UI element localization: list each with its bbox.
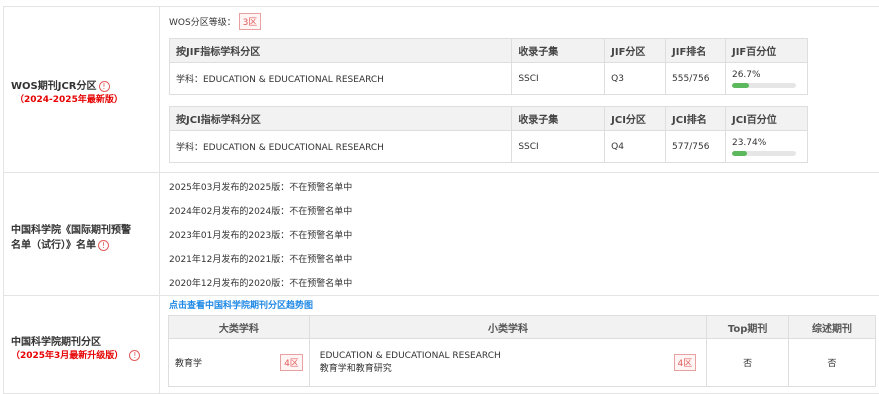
jif-percentile-bar-fill	[731, 82, 750, 88]
wos-label: WOS期刊JCR分区	[11, 81, 97, 92]
cas-label-cell: 中国科学院期刊分区 （2025年3月最新升级版）!	[3, 296, 160, 393]
jci-header: JCI分区	[604, 106, 667, 131]
warning-label-cell: 中国科学院《国际期刊预警 名单（试行）》名单!	[3, 173, 160, 295]
cas-sub-label: （2025年3月最新升级版）	[11, 351, 124, 361]
jif-zone: Q3	[604, 62, 667, 95]
jci-header: JCI百分位	[724, 106, 809, 131]
cas-header: Top期刊	[706, 315, 790, 339]
jci-header: 按JCI指标学科分区	[168, 106, 513, 131]
jif-subject: 学科：EDUCATION & EDUCATIONAL RESEARCH	[168, 62, 513, 95]
cas-major-subject: 教育学	[175, 359, 203, 369]
jif-header: JIF排名	[665, 38, 726, 63]
warning-line: 2023年01月发布的2023版：不在预警名单中	[169, 231, 353, 241]
cas-header: 综述期刊	[788, 315, 876, 339]
warning-label-1: 中国科学院《国际期刊预警	[11, 225, 131, 236]
cas-minor-subject-en: EDUCATION & EDUCATIONAL RESEARCH	[319, 351, 501, 361]
cas-minor-zone-badge: 4区	[673, 354, 697, 371]
cas-trend-link[interactable]: 点击查看中国科学院期刊分区趋势图	[169, 298, 313, 311]
jif-header-row: 按JIF指标学科分区 收录子集 JIF分区 JIF排名 JIF百分位	[168, 38, 809, 63]
jci-subject: 学科：EDUCATION & EDUCATIONAL RESEARCH	[168, 130, 513, 163]
jci-percentile-bar-fill	[731, 150, 748, 156]
cas-label: 中国科学院期刊分区	[11, 337, 101, 348]
jif-percentile-bar	[731, 82, 796, 88]
jci-rank: 577/756	[665, 130, 726, 163]
jif-table: 按JIF指标学科分区 收录子集 JIF分区 JIF排名 JIF百分位 学科：ED…	[168, 38, 809, 95]
wos-label-cell: WOS期刊JCR分区! （2024-2025年最新版）	[3, 7, 160, 172]
cas-minor-subject-cn: 教育学和教育研究	[319, 364, 392, 374]
cas-major-cell: 教育学 4区	[168, 338, 310, 387]
jif-percentile-text: 26.7%	[731, 69, 761, 80]
wos-grade: WOS分区等级： 3区	[169, 13, 262, 30]
cas-review-journal: 否	[788, 338, 876, 387]
wos-sub-label: （2024-2025年最新版）	[15, 95, 123, 105]
jci-percentile: 23.74%	[724, 130, 809, 163]
jci-percentile-text: 23.74%	[731, 137, 767, 148]
jci-zone: Q4	[604, 130, 667, 163]
warning-row: 中国科学院《国际期刊预警 名单（试行）》名单!	[3, 173, 879, 296]
cas-header-row: 大类学科 小类学科 Top期刊 综述期刊	[168, 315, 876, 339]
warning-line: 2021年12月发布的2021版：不在预警名单中	[169, 255, 353, 265]
jif-set: SSCI	[511, 62, 606, 95]
jci-header: 收录子集	[511, 106, 606, 131]
jif-header: 按JIF指标学科分区	[168, 38, 513, 63]
jci-header: JCI排名	[665, 106, 726, 131]
table-row: 教育学 4区 EDUCATION & EDUCATIONAL RESEARCH …	[168, 338, 876, 387]
jif-rank: 555/756	[665, 62, 726, 95]
cas-header: 小类学科	[308, 315, 708, 339]
jif-header: JIF百分位	[724, 38, 809, 63]
jci-set: SSCI	[511, 130, 606, 163]
jif-percentile: 26.7%	[724, 62, 809, 95]
cas-header: 大类学科	[168, 315, 310, 339]
jci-percentile-bar	[731, 150, 796, 156]
cas-minor-cell: EDUCATION & EDUCATIONAL RESEARCH 教育学和教育研…	[308, 338, 708, 387]
jif-header: 收录子集	[511, 38, 606, 63]
cas-major-zone-badge: 4区	[280, 354, 303, 371]
warning-line: 2024年02月发布的2024版：不在预警名单中	[169, 207, 353, 217]
cas-top-journal: 否	[706, 338, 790, 387]
warning-line: 2020年12月发布的2020版：不在预警名单中	[169, 279, 353, 289]
info-icon[interactable]: !	[98, 80, 110, 92]
wos-grade-badge: 3区	[238, 13, 262, 30]
table-row: 学科：EDUCATION & EDUCATIONAL RESEARCH SSCI…	[168, 62, 809, 95]
table-row: 学科：EDUCATION & EDUCATIONAL RESEARCH SSCI…	[168, 130, 809, 163]
warning-label-2: 名单（试行）》名单	[11, 240, 96, 251]
jif-header: JIF分区	[604, 38, 667, 63]
warning-line: 2025年03月发布的2025版：不在预警名单中	[169, 183, 353, 193]
cas-table: 大类学科 小类学科 Top期刊 综述期刊 教育学 4区 EDUCATION & …	[168, 315, 876, 387]
info-icon[interactable]: !	[98, 239, 109, 251]
info-icon[interactable]: !	[129, 349, 141, 361]
jci-table: 按JCI指标学科分区 收录子集 JCI分区 JCI排名 JCI百分位 学科：ED…	[168, 106, 809, 163]
wos-grade-label: WOS分区等级：	[169, 18, 236, 28]
jci-header-row: 按JCI指标学科分区 收录子集 JCI分区 JCI排名 JCI百分位	[168, 106, 809, 131]
